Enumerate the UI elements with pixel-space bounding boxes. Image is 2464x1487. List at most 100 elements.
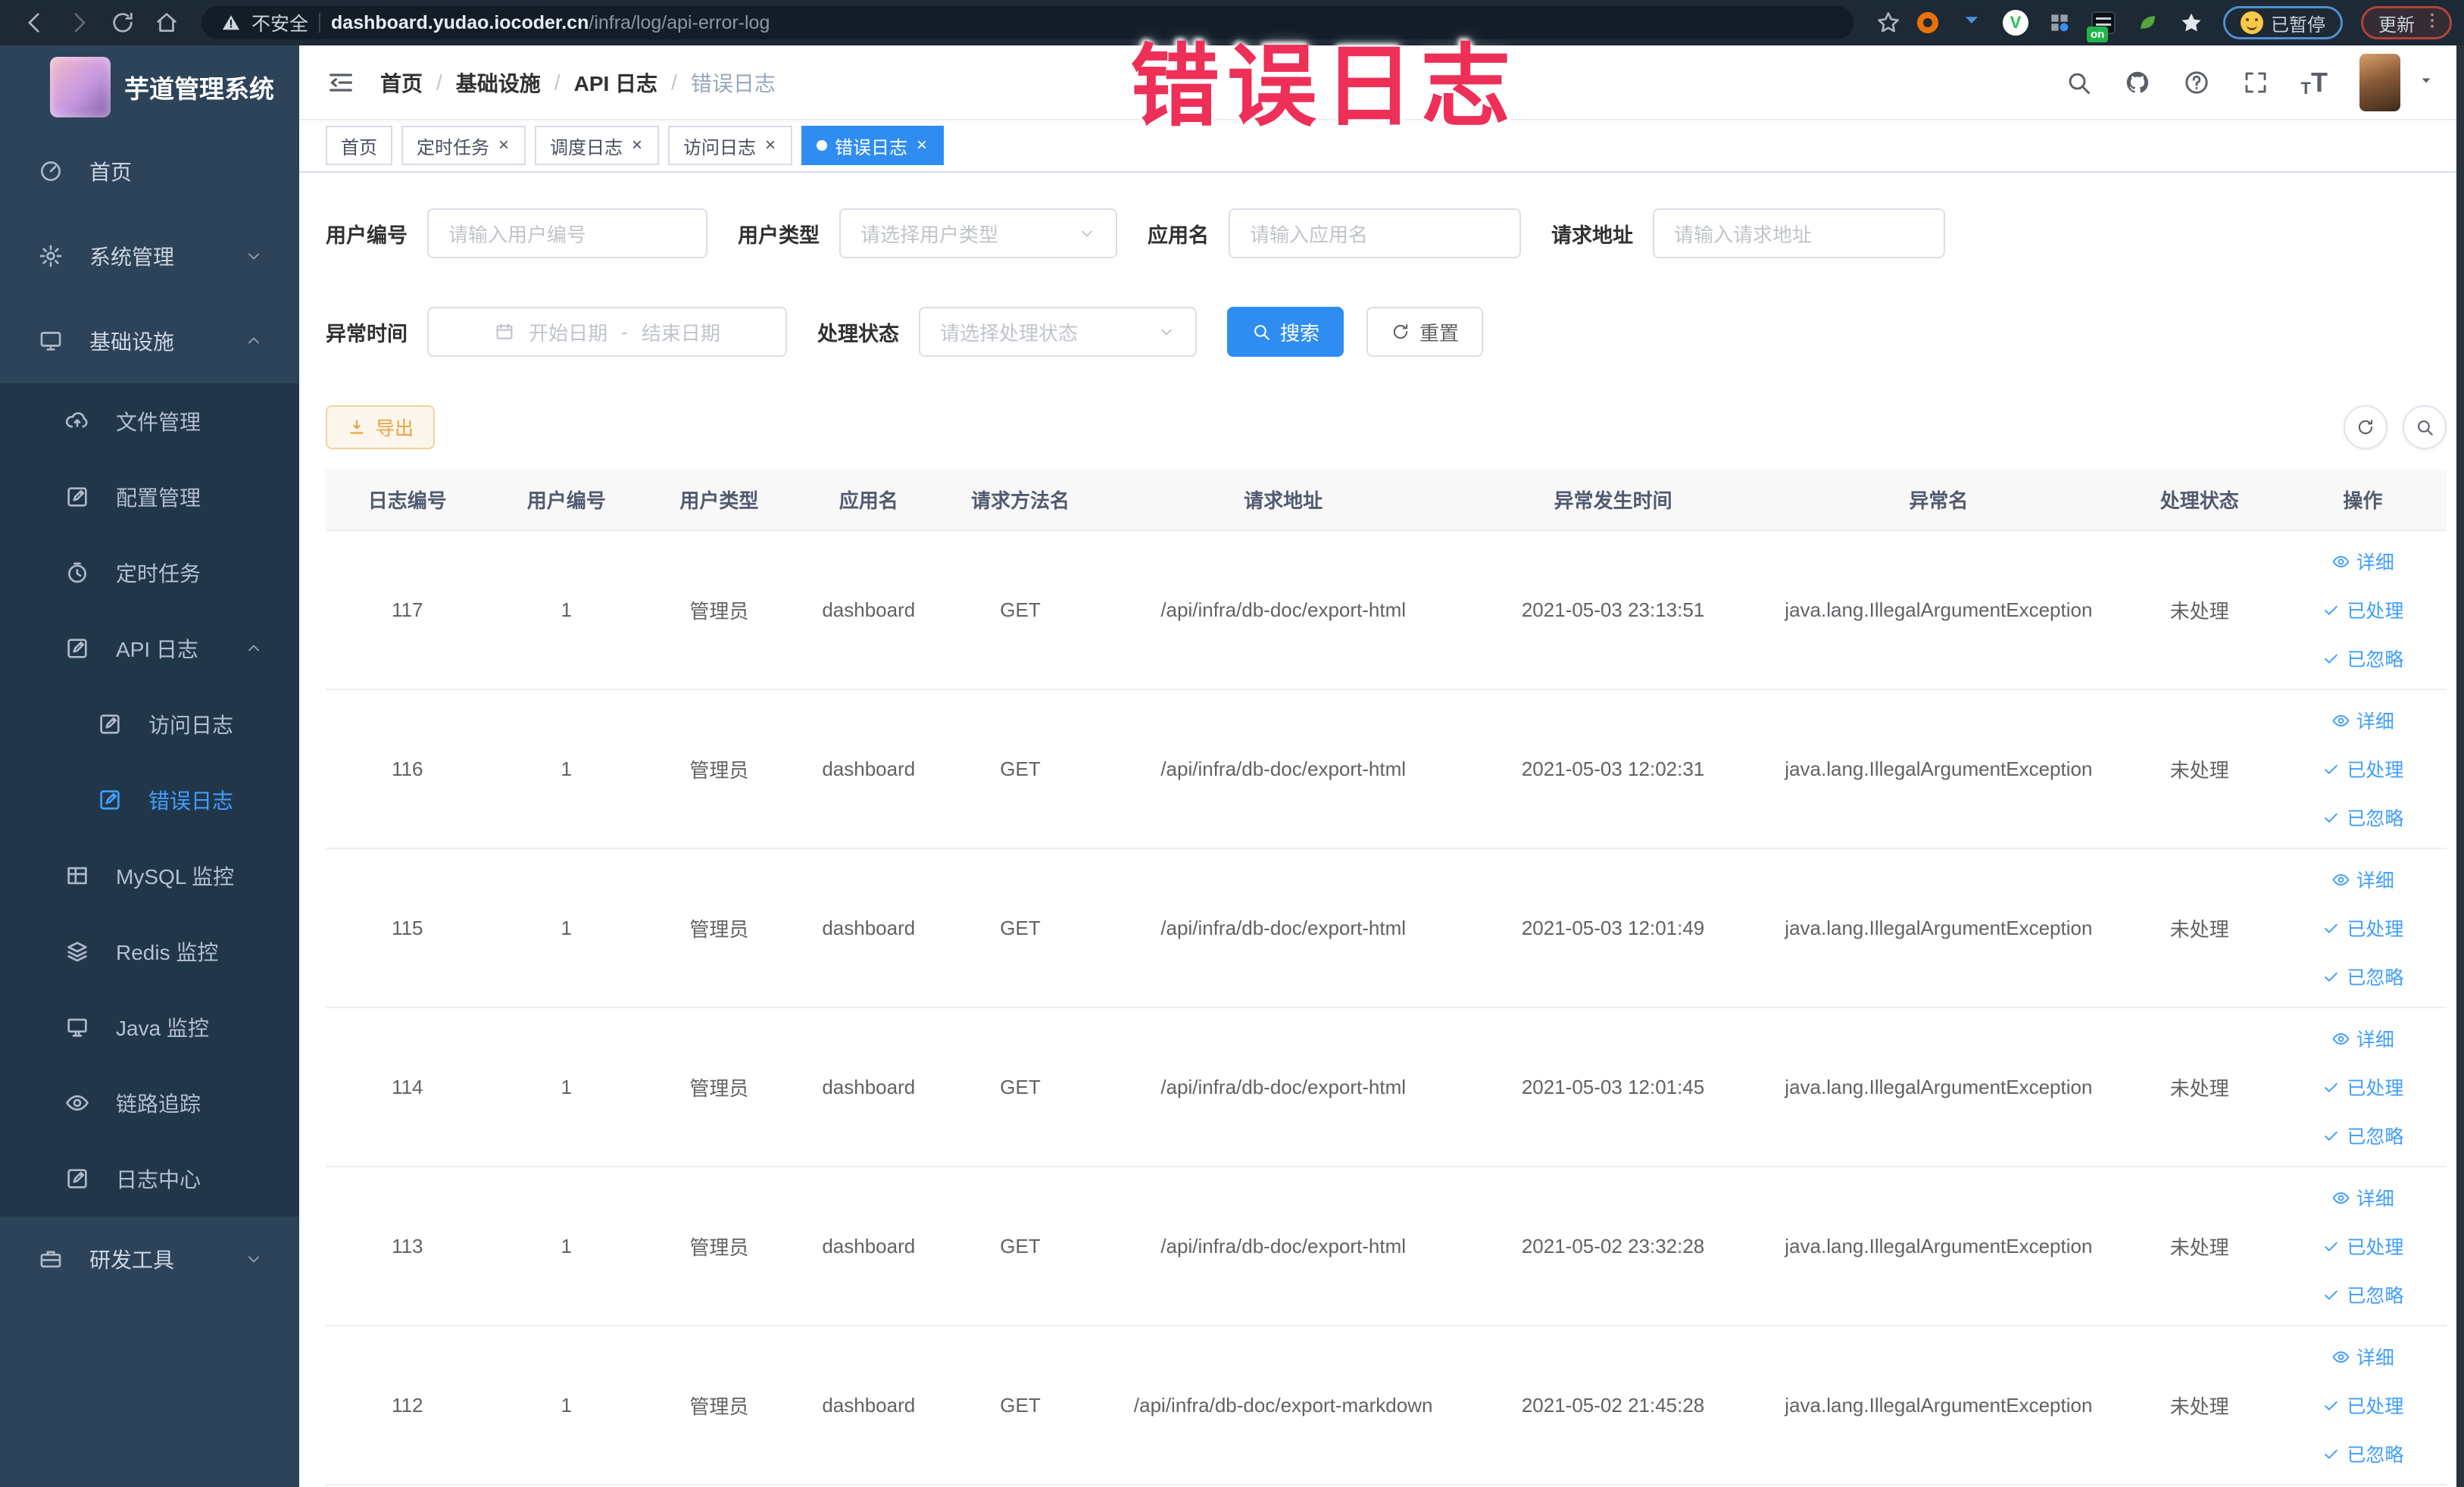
extension-leaf-icon[interactable] xyxy=(2134,9,2161,36)
mark-processed-link[interactable]: 已处理 xyxy=(2322,745,2403,793)
tab-job-log[interactable]: 调度日志 × xyxy=(535,126,660,165)
sidebar-item-infrastructure[interactable]: 基础设施 xyxy=(0,298,299,383)
detail-link[interactable]: 详细 xyxy=(2331,537,2394,586)
extension-onetab-icon[interactable]: on xyxy=(2087,9,2117,42)
user-id-input[interactable]: 请输入用户编号 xyxy=(427,208,707,258)
user-type-select[interactable]: 请选择用户类型 xyxy=(839,208,1117,258)
search-icon[interactable] xyxy=(2065,69,2092,96)
sidebar-item-home[interactable]: 首页 xyxy=(0,129,299,214)
hamburger-icon[interactable] xyxy=(326,67,356,98)
request-url-input[interactable]: 请输入请求地址 xyxy=(1653,208,1945,258)
sidebar-item-log-center[interactable]: 日志中心 xyxy=(0,1141,299,1217)
tab-home[interactable]: 首页 xyxy=(326,126,392,165)
process-status-select[interactable]: 请选择处理状态 xyxy=(919,307,1197,357)
extension-green-v-icon[interactable]: V xyxy=(2002,9,2029,36)
mark-processed-link[interactable]: 已处理 xyxy=(2322,1063,2403,1111)
breadcrumb-item[interactable]: 基础设施 xyxy=(456,67,541,98)
reset-button[interactable]: 重置 xyxy=(1366,307,1484,357)
tab-access-log[interactable]: 访问日志 × xyxy=(668,126,793,165)
browser-forward-icon[interactable] xyxy=(61,10,97,36)
sidebar-item-file-management[interactable]: 文件管理 xyxy=(0,383,299,459)
gauge-icon xyxy=(38,158,64,184)
sidebar-item-redis-monitor[interactable]: Redis 监控 xyxy=(0,914,299,989)
mark-ignored-link[interactable]: 已忽略 xyxy=(2322,952,2403,1001)
mark-ignored-link[interactable]: 已忽略 xyxy=(2322,1270,2403,1319)
chevron-down-icon xyxy=(1157,323,1176,341)
url-bar[interactable]: 不安全 dashboard.yudao.iocoder.cn/infra/log… xyxy=(201,6,1853,39)
tab-job[interactable]: 定时任务 × xyxy=(401,126,526,165)
mark-processed-link[interactable]: 已处理 xyxy=(2322,1222,2403,1270)
sidebar-item-dev-tools[interactable]: 研发工具 xyxy=(0,1217,299,1301)
detail-link[interactable]: 详细 xyxy=(2331,855,2394,904)
not-secure-warning-icon[interactable] xyxy=(221,13,241,33)
sidebar-item-mysql-monitor[interactable]: MySQL 监控 xyxy=(0,838,299,914)
column-header: 异常名 xyxy=(1757,470,2120,531)
browser-reload-icon[interactable] xyxy=(105,10,141,36)
cell-url: /api/infra/db-doc/export-html xyxy=(1098,848,1469,1008)
mark-processed-link[interactable]: 已处理 xyxy=(2322,1381,2403,1429)
filter-label-app-name: 应用名 xyxy=(1148,223,1209,247)
breadcrumb-item[interactable]: API 日志 xyxy=(574,67,657,98)
avatar-caret-down-icon[interactable] xyxy=(2419,73,2434,92)
tab-close-icon[interactable]: × xyxy=(764,136,777,155)
paused-extension-badge[interactable]: 已暂停 xyxy=(2223,6,2343,39)
extension-grid-icon[interactable] xyxy=(2046,9,2073,36)
tab-label: 访问日志 xyxy=(683,137,757,158)
export-button[interactable]: 导出 xyxy=(326,405,436,449)
mark-processed-link[interactable]: 已处理 xyxy=(2322,904,2403,952)
refresh-table-button[interactable] xyxy=(2344,405,2387,449)
edit-square-icon xyxy=(64,636,90,661)
sidebar-item-config-management[interactable]: 配置管理 xyxy=(0,459,299,535)
sidebar-item-access-log[interactable]: 访问日志 xyxy=(0,686,299,762)
mark-ignored-link[interactable]: 已忽略 xyxy=(2322,793,2403,842)
cell-id: 114 xyxy=(326,1007,489,1167)
app-logo[interactable]: 芋道管理系统 xyxy=(0,45,299,129)
detail-link[interactable]: 详细 xyxy=(2331,1332,2394,1381)
toggle-search-button[interactable] xyxy=(2403,405,2447,449)
browser-menu-kebab-icon[interactable] xyxy=(2422,11,2442,36)
sidebar-item-error-log[interactable]: 错误日志 xyxy=(0,762,299,838)
exception-time-range-picker[interactable]: 开始日期 - 结束日期 xyxy=(427,307,787,357)
mark-ignored-link[interactable]: 已忽略 xyxy=(2322,1429,2403,1478)
sidebar-item-trace[interactable]: 链路追踪 xyxy=(0,1065,299,1141)
sidebar-item-java-monitor[interactable]: Java 监控 xyxy=(0,989,299,1065)
tab-error-log[interactable]: 错误日志 × xyxy=(801,126,945,165)
tab-close-icon[interactable]: × xyxy=(497,136,511,155)
detail-link[interactable]: 详细 xyxy=(2331,1173,2394,1222)
cell-actions: 详细 已处理 已忽略 xyxy=(2278,530,2447,690)
mark-processed-link[interactable]: 已处理 xyxy=(2322,586,2403,634)
sidebar-item-api-log[interactable]: API 日志 xyxy=(0,611,299,686)
app-name-input[interactable]: 请输入应用名 xyxy=(1229,208,1521,258)
fullscreen-icon[interactable] xyxy=(2242,69,2269,96)
tab-close-icon[interactable]: × xyxy=(915,136,929,155)
browser-back-icon[interactable] xyxy=(17,10,53,36)
help-icon[interactable] xyxy=(2183,69,2210,96)
tab-close-icon[interactable]: × xyxy=(630,136,644,155)
eye-icon xyxy=(2331,1029,2350,1048)
extension-star-icon[interactable] xyxy=(2178,9,2205,36)
sidebar-item-scheduled-jobs[interactable]: 定时任务 xyxy=(0,535,299,611)
sidebar-item-system-management[interactable]: 系统管理 xyxy=(0,214,299,298)
bookmark-star-icon[interactable] xyxy=(1870,10,1907,36)
sidebar-item-label: 基础设施 xyxy=(89,330,175,354)
sidebar-item-label: 日志中心 xyxy=(116,1168,201,1192)
cell-user-type: 管理员 xyxy=(643,530,795,690)
avatar[interactable] xyxy=(2359,53,2400,111)
mark-ignored-link[interactable]: 已忽略 xyxy=(2322,1111,2403,1160)
detail-link[interactable]: 详细 xyxy=(2331,696,2394,745)
browser-update-button[interactable]: 更新 xyxy=(2361,6,2452,39)
mark-ignored-link[interactable]: 已忽略 xyxy=(2322,634,2403,683)
extension-orange-ring-icon[interactable] xyxy=(1914,9,1941,36)
font-size-icon[interactable]: TT xyxy=(2301,67,2328,98)
breadcrumb-item[interactable]: 首页 xyxy=(380,67,423,98)
search-button[interactable]: 搜索 xyxy=(1227,307,1344,357)
page-url[interactable]: dashboard.yudao.iocoder.cn/infra/log/api… xyxy=(331,12,770,34)
not-secure-label[interactable]: 不安全 xyxy=(251,9,308,36)
extension-blue-drop-icon[interactable] xyxy=(1958,9,1985,36)
page-scrollbar[interactable] xyxy=(2456,45,2464,1487)
browser-home-icon[interactable] xyxy=(148,10,185,36)
cell-actions: 详细 已处理 已忽略 xyxy=(2278,1167,2447,1326)
breadcrumb-item: 错误日志 xyxy=(690,71,776,95)
detail-link[interactable]: 详细 xyxy=(2331,1014,2394,1063)
github-icon[interactable] xyxy=(2124,69,2151,96)
